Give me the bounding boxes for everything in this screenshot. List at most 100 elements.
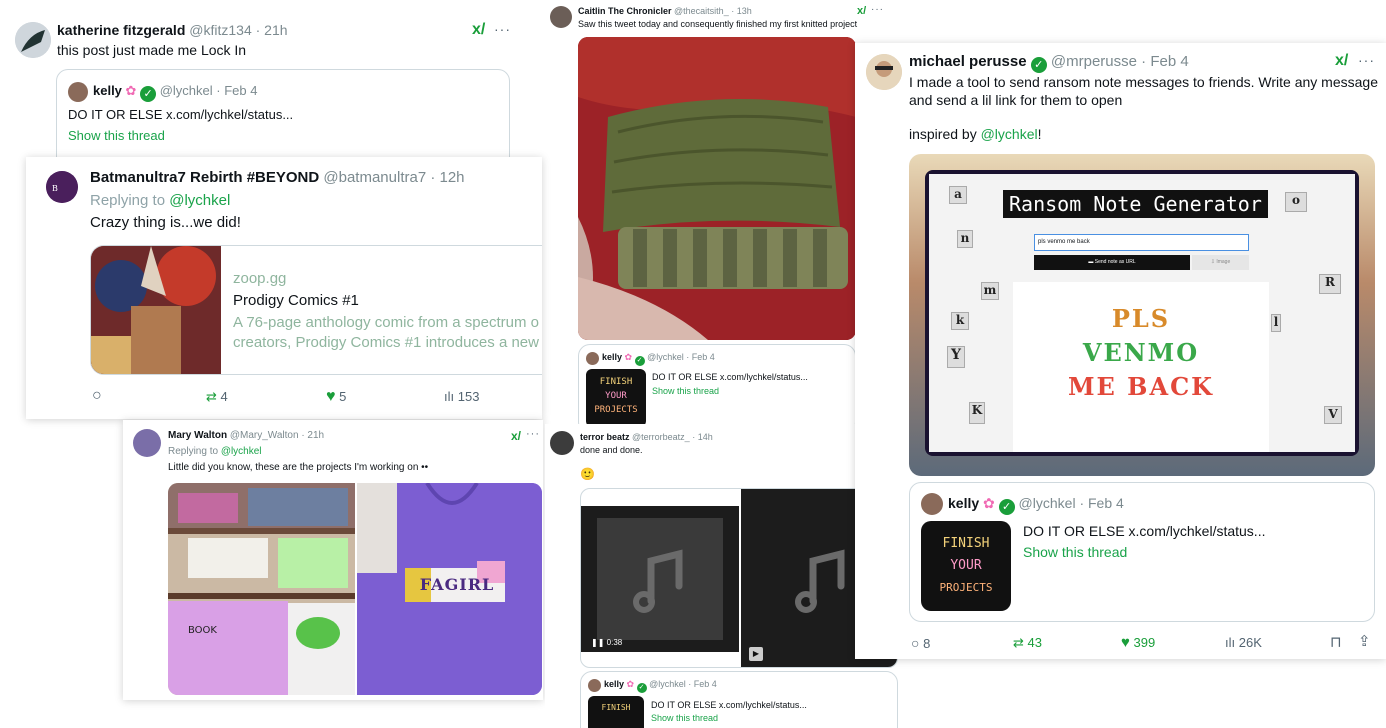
shirts-photo[interactable]: BOOK: [168, 483, 355, 695]
play-icon[interactable]: ▶: [749, 647, 763, 661]
quote-tweet[interactable]: kelly ✿ ✓ @lychkel · Feb 4 DO IT OR ELSE…: [56, 69, 510, 158]
quote-tweet[interactable]: kelly ✿ ✓ @lychkel · Feb 4 FINISH YOUR P…: [578, 344, 856, 432]
views-icon: ılı: [1225, 635, 1236, 650]
finish-your-projects-image: FINISH YOUR PROJECTS: [586, 369, 646, 427]
avatar: [586, 352, 599, 365]
author-handle[interactable]: @thecaitsith_ · 13h: [674, 6, 752, 16]
hoodie-photo[interactable]: FAGIRL: [357, 483, 542, 695]
avatar[interactable]: B: [46, 171, 78, 203]
more-icon[interactable]: ···: [526, 428, 540, 440]
link-card[interactable]: zoop.gg Prodigy Comics #1 A 76-page anth…: [90, 245, 542, 375]
quote-tweet[interactable]: kelly ✿ ✓ @lychkel · Feb 4 FINISH DO IT …: [580, 671, 898, 728]
link-desc-line1: A 76-page anthology comic from a spectru…: [233, 314, 539, 331]
avatar[interactable]: [133, 429, 161, 457]
letter-scrap: m: [981, 282, 999, 300]
letter-scrap: V: [1324, 406, 1342, 424]
retweet-icon: ⇄: [206, 389, 217, 404]
photo-grid[interactable]: BOOK FAGIRL: [168, 483, 542, 695]
more-icon[interactable]: ···: [1358, 52, 1375, 68]
show-thread-link[interactable]: Show this thread: [68, 128, 165, 143]
avatar[interactable]: [866, 54, 902, 90]
retweet-button[interactable]: ⇄ 43: [1013, 635, 1042, 651]
like-button[interactable]: ♥ 399: [1121, 634, 1155, 651]
inspired-suffix: !: [1037, 126, 1042, 142]
quote-author-name: kelly: [604, 679, 625, 689]
show-thread-link[interactable]: Show this thread: [1023, 544, 1127, 560]
tweet-batmanultra7: B Batmanultra7 Rebirth #BEYOND @batmanul…: [26, 157, 542, 419]
author-handle[interactable]: @terrorbeatz_ · 14h: [632, 432, 713, 442]
link-title: Prodigy Comics #1: [233, 292, 359, 309]
author-handle[interactable]: @kfitz134 · 21h: [189, 22, 287, 38]
more-icon[interactable]: ···: [871, 4, 884, 15]
link-desc-line2: creators, Prodigy Comics #1 introduces a…: [233, 334, 539, 351]
avatar[interactable]: [550, 431, 574, 455]
ransom-generator-screenshot[interactable]: Ransom Note Generator pls venmo me back …: [909, 154, 1375, 476]
verified-icon: ✓: [998, 499, 1015, 515]
note-line3: ME BACK: [1067, 372, 1215, 401]
grok-x-icon[interactable]: x/: [857, 5, 866, 17]
video-timestamp: ❚❚ 0:38: [591, 638, 623, 647]
image-button[interactable]: ⇩ Image: [1192, 255, 1249, 270]
author-name[interactable]: Caitlin The Chronicler: [578, 6, 672, 16]
reply-icon[interactable]: ○: [92, 387, 102, 405]
svg-text:B: B: [52, 184, 58, 193]
retweet-count: 4: [220, 389, 228, 404]
tweet-text: Little did you know, these are the proje…: [168, 462, 429, 473]
letter-scrap: o: [1285, 192, 1307, 212]
author-handle[interactable]: @batmanultra7 · 12h: [323, 169, 464, 186]
author-name[interactable]: terror beatz: [580, 432, 630, 442]
author-name[interactable]: katherine fitzgerald: [57, 22, 185, 38]
reply-count: 8: [923, 636, 931, 651]
share-icon[interactable]: ⇪: [1358, 632, 1371, 650]
quote-author-handle: @lychkel · Feb 4: [159, 83, 258, 98]
quote-text: DO IT OR ELSE x.com/lychkel/status...: [68, 107, 294, 122]
audio-video-1[interactable]: ❚❚ 0:38: [581, 506, 739, 652]
quote-author-handle: @lychkel · Feb 4: [1018, 495, 1124, 511]
tweet-text: Saw this tweet today and consequently fi…: [578, 19, 858, 29]
media-grid[interactable]: ❚❚ 0:38 ▶: [580, 488, 898, 668]
author-name[interactable]: Batmanultra7 Rebirth #BEYOND: [90, 169, 319, 186]
grok-x-icon[interactable]: x/: [511, 429, 521, 443]
quote-tweet[interactable]: kelly ✿ ✓ @lychkel · Feb 4 FINISH YOUR P…: [909, 482, 1375, 622]
note-preview: PLS VENMO ME BACK: [1013, 282, 1269, 452]
verified-icon: ✓: [1030, 57, 1047, 73]
reply-button[interactable]: ○ 8: [911, 635, 930, 651]
replying-to-link[interactable]: @lychkel: [169, 192, 230, 209]
bookmark-icon[interactable]: ⊓: [1330, 633, 1342, 651]
like-button[interactable]: ♥ 5: [326, 388, 346, 406]
replying-label: Replying to: [168, 446, 221, 457]
avatar[interactable]: [550, 6, 572, 28]
replying-to-link[interactable]: @lychkel: [221, 446, 262, 457]
verified-icon: ✓: [140, 86, 157, 102]
avatar: [588, 679, 601, 692]
views-button[interactable]: ılı 153: [444, 389, 479, 404]
inspired-link[interactable]: @lychkel: [981, 126, 1038, 142]
show-thread-link[interactable]: Show this thread: [652, 386, 719, 396]
views-button[interactable]: ılı 26K: [1225, 635, 1262, 650]
quote-author-handle: @lychkel · Feb 4: [647, 352, 715, 362]
quote-author-handle: @lychkel · Feb 4: [649, 679, 717, 689]
replying-label: Replying to: [90, 192, 170, 209]
send-note-button[interactable]: ▬ Send note as URL: [1034, 255, 1190, 270]
generator-title: Ransom Note Generator: [1003, 190, 1268, 218]
author-handle[interactable]: @Mary_Walton · 21h: [230, 430, 324, 441]
grok-x-icon[interactable]: x/: [472, 21, 485, 39]
letter-scrap: a: [949, 186, 967, 204]
retweet-button[interactable]: ⇄ 4: [206, 389, 228, 405]
author-name[interactable]: Mary Walton: [168, 430, 227, 441]
show-thread-link[interactable]: Show this thread: [651, 713, 718, 723]
author-name[interactable]: michael perusse: [909, 53, 1027, 70]
message-input[interactable]: pls venmo me back: [1034, 234, 1249, 251]
author-handle[interactable]: @mrperusse · Feb 4: [1051, 53, 1189, 70]
tweet-mary-walton: Mary Walton @Mary_Walton · 21h x/ ··· Re…: [123, 420, 543, 700]
letter-scrap: k: [951, 312, 969, 330]
grok-x-icon[interactable]: x/: [1335, 52, 1348, 70]
more-icon[interactable]: ···: [494, 21, 511, 37]
like-count: 399: [1133, 635, 1156, 650]
knitted-hat-photo[interactable]: [578, 37, 856, 340]
letter-scrap: l: [1271, 314, 1281, 332]
tweet-katherine: katherine fitzgerald @kfitz134 · 21h x/ …: [0, 8, 525, 158]
tweet-terror-beatz: terror beatz @terrorbeatz_ · 14h x/ ··· …: [545, 424, 905, 728]
reply-icon: ○: [911, 635, 920, 651]
avatar[interactable]: [15, 22, 51, 58]
